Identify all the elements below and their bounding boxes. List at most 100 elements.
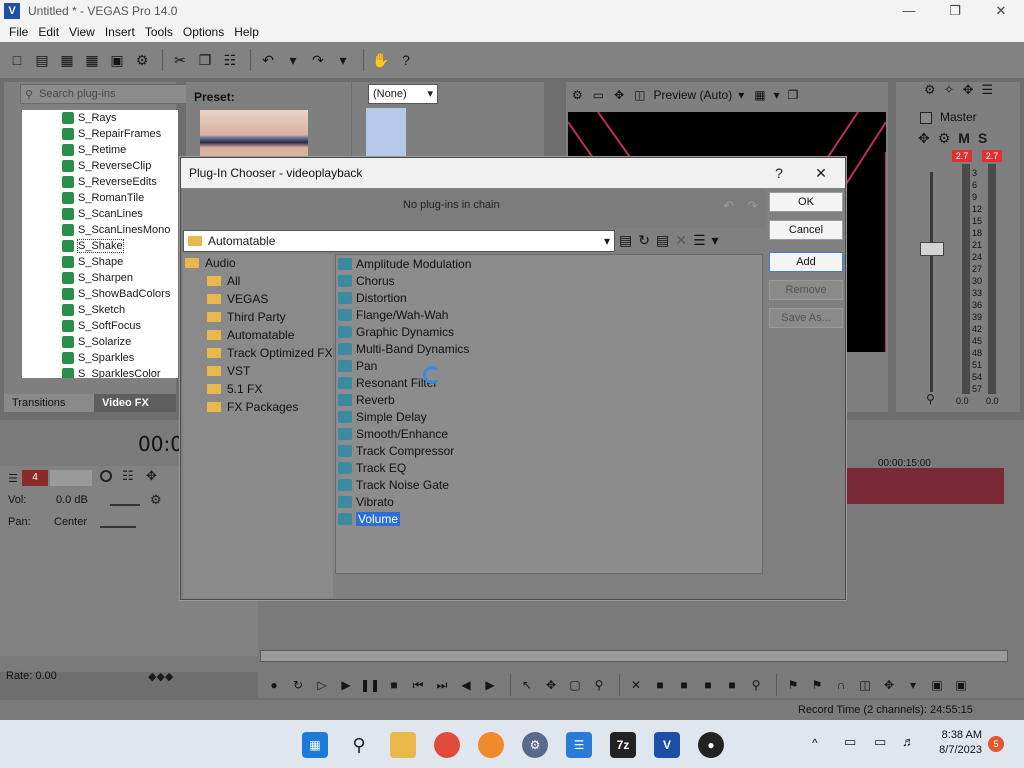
master-settings-icon[interactable]: ⚙ bbox=[924, 82, 936, 102]
list-item[interactable]: S_RomanTile bbox=[22, 190, 178, 206]
menu-edit[interactable]: Edit bbox=[33, 25, 64, 39]
list-item[interactable]: Vibrato bbox=[336, 493, 762, 510]
7zip-icon[interactable]: 7z bbox=[610, 732, 636, 758]
master-fader-handle[interactable] bbox=[920, 242, 944, 256]
menu-insert[interactable]: Insert bbox=[100, 25, 140, 39]
menu-view[interactable]: View bbox=[64, 25, 100, 39]
trim-start-icon[interactable]: ■ bbox=[674, 675, 694, 695]
copy-snapshot-icon[interactable]: ❐ bbox=[788, 88, 799, 102]
remove-button[interactable]: Remove bbox=[769, 280, 843, 300]
grid-icon[interactable]: ▦ bbox=[754, 88, 765, 102]
overlay-icon[interactable]: ◫ bbox=[634, 88, 645, 102]
tree-item-5-1-fx[interactable]: 5.1 FX bbox=[207, 382, 262, 396]
list-item[interactable]: S_Solarize bbox=[22, 334, 178, 350]
chrome-icon[interactable] bbox=[434, 732, 460, 758]
preset-thumbnail[interactable] bbox=[200, 110, 308, 160]
master-mute-button[interactable]: M bbox=[958, 130, 970, 147]
list-item[interactable]: S_Shape bbox=[22, 254, 178, 270]
cut-icon[interactable]: ✂ bbox=[169, 49, 191, 71]
ripple-edit-icon[interactable]: ✥ bbox=[879, 675, 899, 695]
delete-icon[interactable]: ✕ bbox=[626, 675, 646, 695]
redo-icon[interactable]: ↷ bbox=[307, 49, 329, 71]
tree-item-vst[interactable]: VST bbox=[207, 364, 250, 378]
split-icon[interactable]: ■ bbox=[722, 675, 742, 695]
list-item[interactable]: Chorus bbox=[336, 272, 762, 289]
list-item[interactable]: Graphic Dynamics bbox=[336, 323, 762, 340]
track-fx-icon[interactable]: ☷ bbox=[122, 468, 134, 484]
list-item[interactable]: Amplitude Modulation bbox=[336, 255, 762, 272]
list-item[interactable]: S_ReverseEdits bbox=[22, 174, 178, 190]
tree-item-vegas[interactable]: VEGAS bbox=[207, 292, 268, 306]
new-file-icon[interactable]: □ bbox=[6, 49, 28, 71]
search-icon[interactable]: ⚲ bbox=[346, 732, 372, 758]
tab-video-fx[interactable]: Video FX bbox=[94, 394, 176, 412]
redo-dropdown-icon[interactable]: ▾ bbox=[332, 49, 354, 71]
save-icon[interactable]: ▦ bbox=[56, 49, 78, 71]
selection-tool-icon[interactable]: ▢ bbox=[565, 675, 585, 695]
master-fx-gear-icon[interactable]: ⚙ bbox=[938, 130, 951, 147]
master-solo-button[interactable]: S bbox=[978, 130, 987, 147]
category-dropdown[interactable]: Automatable ▾ bbox=[183, 230, 615, 252]
paste-icon[interactable]: ☷ bbox=[219, 49, 241, 71]
list-item[interactable]: S_RepairFrames bbox=[22, 126, 178, 142]
master-lock-icon[interactable]: ⚲ bbox=[926, 392, 935, 406]
view-mode-icon[interactable]: ☰ bbox=[693, 232, 706, 249]
tree-item-all[interactable]: All bbox=[207, 274, 240, 288]
record-arm-icon[interactable] bbox=[100, 470, 112, 482]
ripple-dropdown-icon[interactable]: ▾ bbox=[903, 675, 923, 695]
minimize-button[interactable]: — bbox=[886, 0, 932, 22]
taskbar-clock[interactable]: 8:38 AM 8/7/2023 bbox=[932, 728, 982, 758]
list-item[interactable]: S_SoftFocus bbox=[22, 318, 178, 334]
list-item[interactable]: S_Sketch bbox=[22, 302, 178, 318]
rate-slider-icon[interactable]: ◆◆◆ bbox=[148, 670, 173, 683]
normal-edit-tool-icon[interactable]: ↖ bbox=[517, 675, 537, 695]
pause-icon[interactable]: ❚❚ bbox=[360, 675, 380, 695]
prev-frame-icon[interactable]: ◀ bbox=[456, 675, 476, 695]
lock-envelopes-icon[interactable]: ▣ bbox=[927, 675, 947, 695]
master-mixer-icon[interactable]: ☰ bbox=[981, 82, 993, 102]
list-item[interactable]: Track EQ bbox=[336, 459, 762, 476]
list-item[interactable]: Track Compressor bbox=[336, 442, 762, 459]
tab-transitions[interactable]: Transitions bbox=[4, 394, 94, 412]
list-item[interactable]: S_Sharpen bbox=[22, 270, 178, 286]
region-icon[interactable]: ⚑ bbox=[807, 675, 827, 695]
list-item[interactable]: S_ReverseClip bbox=[22, 158, 178, 174]
undo-icon[interactable]: ↶ bbox=[257, 49, 279, 71]
split-screen-icon[interactable]: ✥ bbox=[614, 88, 624, 102]
master-fx-icon[interactable]: ✧ bbox=[944, 82, 955, 102]
record-icon[interactable]: ● bbox=[264, 675, 284, 695]
add-button[interactable]: Add bbox=[769, 252, 843, 272]
new-folder-icon[interactable]: ▤ bbox=[656, 232, 669, 249]
render-icon[interactable]: ▣ bbox=[106, 49, 128, 71]
list-item[interactable]: S_ShowBadColors bbox=[22, 286, 178, 302]
list-item[interactable]: S_Sparkles bbox=[22, 350, 178, 366]
tray-chevron-icon[interactable]: ^ bbox=[812, 736, 818, 750]
notepad-icon[interactable]: ☰ bbox=[566, 732, 592, 758]
snapping-icon[interactable]: ∩ bbox=[831, 675, 851, 695]
view-dropdown-icon[interactable]: ▾ bbox=[712, 232, 719, 249]
list-item-selected[interactable]: Volume bbox=[336, 510, 762, 527]
preset-dropdown[interactable]: (None) ▾ bbox=[368, 84, 438, 104]
transition-thumbnail[interactable] bbox=[366, 108, 406, 158]
file-explorer-icon[interactable] bbox=[390, 732, 416, 758]
settings-icon[interactable]: ⚙ bbox=[522, 732, 548, 758]
start-menu-icon[interactable]: ▦ bbox=[302, 732, 328, 758]
list-item-selected[interactable]: S_Shake bbox=[22, 238, 178, 254]
list-item[interactable]: Distortion bbox=[336, 289, 762, 306]
envelope-tool-icon[interactable]: ✥ bbox=[541, 675, 561, 695]
timeline-ruler[interactable]: 00:00:15:00 bbox=[844, 446, 1004, 469]
list-item[interactable]: S_Rays bbox=[22, 110, 178, 126]
play-icon[interactable]: ▶ bbox=[336, 675, 356, 695]
copy-icon[interactable]: ❐ bbox=[194, 49, 216, 71]
marker-icon[interactable]: ⚑ bbox=[783, 675, 803, 695]
go-to-end-icon[interactable]: ⏭ bbox=[432, 675, 452, 695]
master-route-icon[interactable]: ✥ bbox=[963, 82, 974, 102]
next-frame-icon[interactable]: ▶ bbox=[480, 675, 500, 695]
tree-item-audio[interactable]: Audio bbox=[185, 256, 236, 270]
list-item[interactable]: Track Noise Gate bbox=[336, 476, 762, 493]
tree-item-third-party[interactable]: Third Party bbox=[207, 310, 286, 324]
chevron-down-icon[interactable]: ▾ bbox=[774, 88, 780, 102]
refresh-icon[interactable]: ↻ bbox=[638, 232, 650, 249]
play-from-start-icon[interactable]: ▷ bbox=[312, 675, 332, 695]
trim-end-icon[interactable]: ■ bbox=[698, 675, 718, 695]
